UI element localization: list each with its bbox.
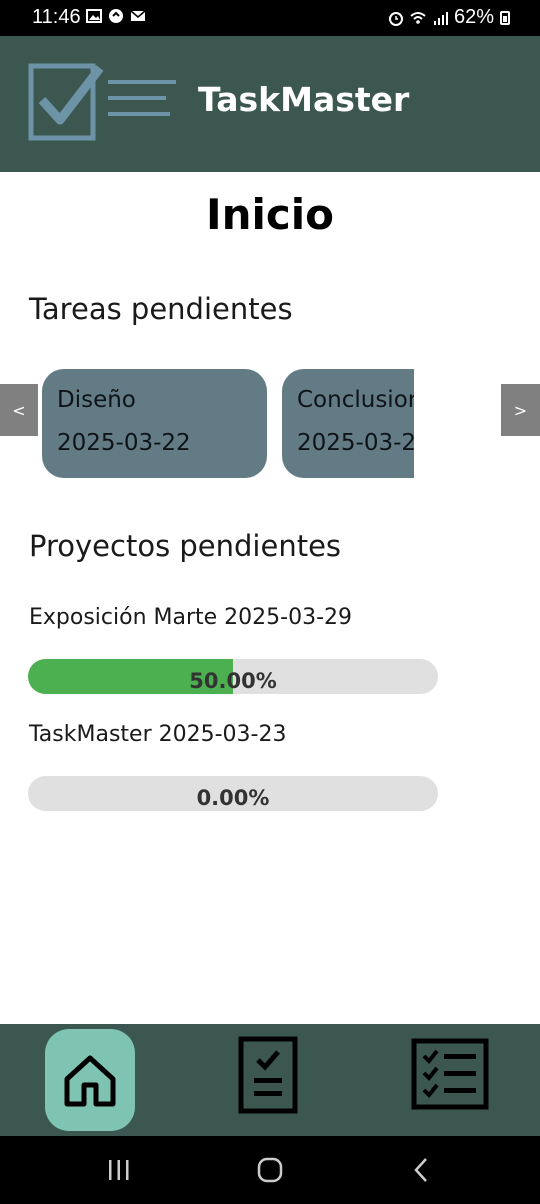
progress-text: 50.00% xyxy=(189,669,277,693)
project-progress-bar: 50.00% xyxy=(28,659,438,694)
sync-icon xyxy=(109,9,123,23)
project-label[interactable]: Exposición Marte 2025-03-29 xyxy=(29,605,352,630)
home-icon xyxy=(64,1055,116,1107)
home-circle-icon[interactable] xyxy=(256,1156,284,1184)
task-name: Diseño xyxy=(57,387,136,413)
app-title: TaskMaster xyxy=(198,80,410,119)
task-name: Conclusion xyxy=(297,387,414,413)
task-card[interactable]: Conclusion 2025-03-23 xyxy=(282,369,414,478)
projects-section-title: Proyectos pendientes xyxy=(29,529,342,563)
wifi-icon xyxy=(410,11,426,24)
nav-lists-button[interactable] xyxy=(410,1038,490,1114)
alarm-icon xyxy=(388,11,403,26)
task-date: 2025-03-23 xyxy=(297,430,414,456)
carousel-prev-button[interactable]: < xyxy=(0,384,38,436)
status-right-icons: 62% xyxy=(388,6,510,29)
system-nav-bar xyxy=(0,1136,540,1204)
checklist-logo-icon xyxy=(28,63,176,141)
nav-home-button[interactable] xyxy=(45,1029,135,1131)
mail-icon xyxy=(130,10,146,21)
status-left-icons xyxy=(86,8,146,24)
checklist-icon xyxy=(411,1038,489,1110)
battery-percent: 62% xyxy=(453,6,494,28)
back-icon[interactable] xyxy=(408,1156,434,1184)
bottom-nav xyxy=(0,1024,540,1136)
page-title: Inicio xyxy=(205,190,335,239)
battery-icon xyxy=(500,10,510,25)
progress-text: 0.00% xyxy=(196,786,270,810)
task-carousel[interactable]: Diseño 2025-03-22 Conclusion 2025-03-23 xyxy=(42,369,414,479)
project-label[interactable]: TaskMaster 2025-03-23 xyxy=(29,722,286,747)
tasks-section-title: Tareas pendientes xyxy=(29,292,293,326)
nav-tasks-button[interactable] xyxy=(236,1036,300,1118)
carousel-next-button[interactable]: > xyxy=(501,384,540,436)
status-bar: 11:46 62% xyxy=(0,0,540,36)
project-progress-bar: 0.00% xyxy=(28,776,438,811)
task-card[interactable]: Diseño 2025-03-22 xyxy=(42,369,267,478)
recent-apps-icon[interactable] xyxy=(106,1156,132,1184)
signal-icon xyxy=(433,11,448,25)
task-date: 2025-03-22 xyxy=(57,430,191,456)
gallery-icon xyxy=(86,9,102,23)
task-clipboard-icon xyxy=(238,1036,298,1114)
status-time: 11:46 xyxy=(32,6,81,28)
